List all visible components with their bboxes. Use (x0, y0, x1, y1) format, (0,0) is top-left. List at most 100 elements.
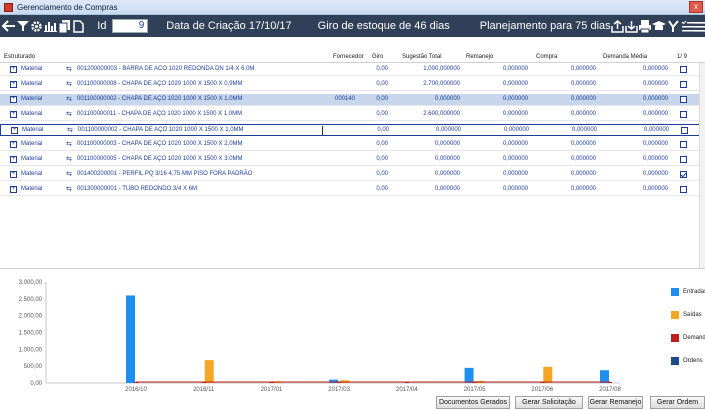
row-remanejo: 0,000000 (502, 66, 528, 72)
expand-icon[interactable]: + (10, 186, 17, 193)
table-row[interactable]: + Material ⇆ 001100000005 - CHAPA DE AÇO 10… (0, 154, 700, 166)
import-icon[interactable] (625, 15, 639, 37)
swap-arrows-icon[interactable]: ⇆ (66, 139, 72, 150)
gear-icon[interactable] (30, 15, 44, 37)
swap-arrows-icon[interactable]: ⇆ (66, 94, 72, 105)
table-row[interactable]: + Material ⇆ 001300000001 - TUBO REDONDO 3/… (0, 184, 700, 196)
row-remanejo: 0,000000 (503, 127, 529, 133)
back-arrow-icon[interactable] (2, 15, 16, 37)
row-demanda: 0,000000 (642, 171, 668, 177)
table-row[interactable]: + Material ⇆ 001100000002 - CHAPA DE AÇO 10… (0, 94, 700, 106)
swap-arrows-icon[interactable]: ⇆ (66, 154, 72, 165)
hat-icon[interactable] (652, 15, 667, 37)
swap-arrows-icon[interactable]: ⇆ (66, 64, 72, 75)
swap-arrows-icon[interactable]: ⇆ (66, 184, 72, 195)
row-description: 001100000003 - CHAPA DE AÇO 1020 1000 X … (77, 141, 243, 147)
gerar-ordem-button[interactable]: Gerar Ordem (650, 396, 705, 409)
row-checkbox[interactable] (680, 156, 687, 163)
grid-header: Estruturado Fornecedor Giro Sugestão Tot… (0, 52, 705, 63)
y-tick-label: 0,00 (30, 381, 42, 387)
filter-icon[interactable] (16, 15, 30, 37)
legend-item: Saídas (671, 311, 702, 319)
table-row[interactable]: + Material ⇆ 001100000003 - CHAPA DE AÇO 10… (0, 139, 700, 151)
expand-icon[interactable]: + (10, 111, 17, 118)
swap-arrows-icon[interactable]: ⇆ (66, 79, 72, 90)
row-compra: 0,000000 (571, 127, 597, 133)
chart-bar-entradas (329, 379, 339, 383)
row-giro: 0,00 (377, 127, 389, 133)
row-sugestao: 2.600,000000 (423, 111, 460, 117)
row-compra: 0,000000 (570, 141, 596, 147)
tools-icon[interactable] (666, 15, 680, 37)
export-icon[interactable] (611, 15, 625, 37)
table-row[interactable]: + Material ⇆ 001100000002 - CHAPA DE AÇO 10… (0, 124, 700, 136)
expand-icon[interactable]: + (10, 171, 17, 178)
row-compra: 0,000000 (570, 156, 596, 162)
x-tick-label: 2017/06 (531, 387, 553, 393)
col-sugestao[interactable]: Sugestão Total (402, 54, 442, 60)
row-compra: 0,000000 (570, 96, 596, 102)
row-checkbox[interactable] (680, 141, 687, 148)
stock-turn-label: Giro de estoque de 46 dias (317, 20, 450, 32)
id-input[interactable]: 9 (112, 19, 149, 33)
col-demanda[interactable]: Demanda Média (603, 54, 647, 60)
app-icon (4, 2, 13, 12)
gerar-solicitacao-button[interactable]: Gerar Solicitação (515, 396, 583, 409)
row-checkbox[interactable] (680, 66, 687, 73)
legend-swatch (671, 288, 679, 296)
col-giro[interactable]: Giro (372, 54, 383, 60)
row-checkbox[interactable] (680, 81, 687, 88)
col-remanejo[interactable]: Remanejo (466, 54, 493, 60)
chart-bar-saídas (204, 360, 214, 383)
row-checkbox[interactable] (681, 127, 688, 134)
row-checkbox[interactable] (680, 111, 687, 118)
row-demanda: 0,000000 (642, 96, 668, 102)
expand-icon[interactable]: + (10, 141, 17, 148)
new-document-icon[interactable] (71, 15, 85, 37)
id-label: Id (97, 20, 107, 32)
print-icon[interactable] (638, 15, 652, 37)
table-row[interactable]: + Material ⇆ 001100000008 - CHAPA DE AÇO 10… (0, 79, 700, 91)
swap-arrows-icon[interactable]: ⇆ (66, 169, 72, 180)
col-estruturado[interactable]: Estruturado (4, 54, 35, 60)
col-compra[interactable]: Compra (536, 54, 557, 60)
table-row[interactable]: + Material ⇆ 001100000011 - CHAPA DE AÇO 10… (0, 109, 700, 121)
copy-icon[interactable] (58, 15, 72, 37)
gerar-remanejo-button[interactable]: Gerar Remanejo (588, 396, 643, 409)
row-giro: 0,00 (376, 66, 388, 72)
row-description: 001100000005 - CHAPA DE AÇO 1020 1000 X … (77, 156, 243, 162)
legend-item: Entradas (671, 288, 705, 296)
row-description: 001300000001 - TUBO REDONDO 3/4 X 6M (77, 186, 197, 192)
swap-arrows-icon[interactable]: ⇆ (66, 109, 72, 120)
row-remanejo: 0,000000 (502, 96, 528, 102)
row-fornecedor[interactable]: 000140 (335, 94, 355, 105)
row-checkbox[interactable] (680, 96, 687, 103)
table-row[interactable]: + Material ⇆ 001400200001 - PERFIL PQ 3/16 … (0, 169, 700, 181)
expand-icon[interactable]: + (10, 66, 17, 73)
panel-divider[interactable] (0, 268, 705, 269)
table-row[interactable]: + Material ⇆ 001200000003 - BARRA DE ACO 10… (0, 64, 700, 76)
title-bar: Gerenciamento de Compras x (0, 0, 705, 15)
expand-icon[interactable]: + (10, 156, 17, 163)
expand-icon[interactable]: + (10, 81, 17, 88)
chart-bar-entradas (464, 367, 474, 383)
col-fornecedor[interactable]: Fornecedor (333, 54, 364, 60)
row-checkbox[interactable] (680, 171, 687, 178)
row-compra: 0,000000 (570, 111, 596, 117)
grid-scrollbar[interactable] (699, 63, 705, 268)
row-sugestao: 0,000000 (434, 171, 460, 177)
row-giro: 0,00 (376, 96, 388, 102)
row-sugestao: 0,000000 (434, 186, 460, 192)
expand-icon[interactable]: + (11, 127, 18, 134)
expand-icon[interactable]: + (10, 96, 17, 103)
bar-chart-icon[interactable] (44, 15, 58, 37)
row-demanda: 0,000000 (642, 141, 668, 147)
documentos-gerados-button[interactable]: Documentos Gerados (436, 396, 510, 409)
row-type: Material (21, 81, 43, 87)
row-giro: 0,00 (376, 156, 388, 162)
row-checkbox[interactable] (680, 186, 687, 193)
menu-icon[interactable] (693, 15, 705, 37)
list-check-icon[interactable] (680, 15, 694, 37)
close-window-button[interactable]: x (689, 1, 703, 13)
swap-arrows-icon[interactable]: ⇆ (67, 125, 73, 136)
